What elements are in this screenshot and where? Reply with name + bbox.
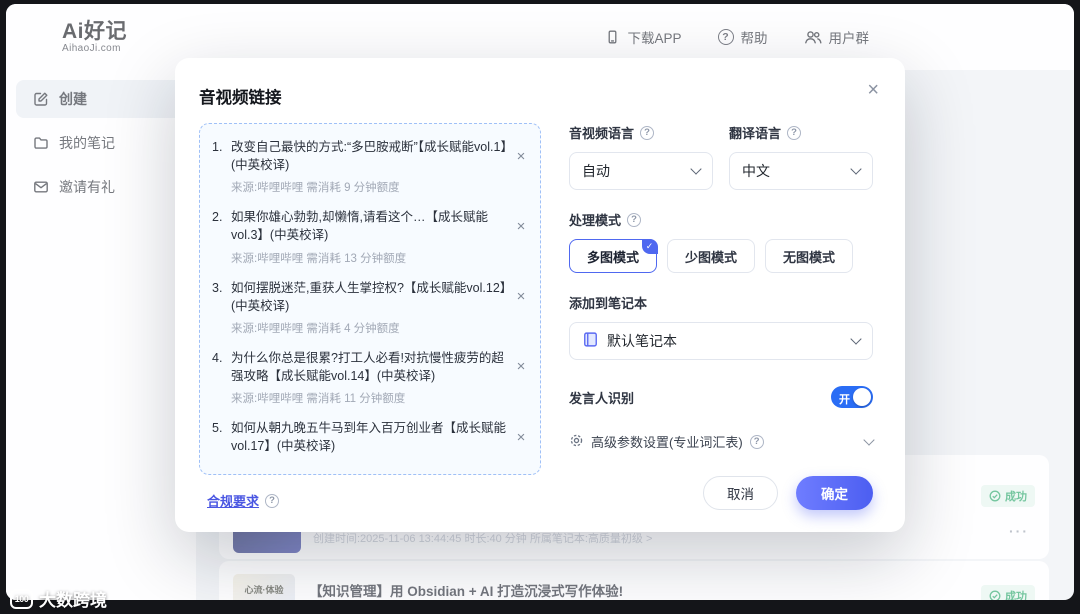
mode-button-label: 少图模式 xyxy=(685,249,738,265)
confirm-button[interactable]: 确定 xyxy=(796,476,873,510)
audio-language-select[interactable]: 自动 xyxy=(569,152,713,190)
speaker-recognition-row: 发言人识别 开 xyxy=(569,386,873,408)
remove-item-icon[interactable] xyxy=(514,148,528,165)
notebook-icon xyxy=(582,331,599,351)
speaker-toggle[interactable]: 开 xyxy=(831,386,873,408)
item-meta: 来源:哔哩哔哩 需消耗 9 分钟额度 xyxy=(231,182,400,195)
watermark-text: 大数跨境 xyxy=(39,591,107,610)
mode-label: 处理模式 xyxy=(569,210,873,229)
selected-value: 默认笔记本 xyxy=(607,333,677,349)
mode-multi-image-button[interactable]: 多图模式 xyxy=(569,238,658,273)
item-meta: 来源:哔哩哔哩 需消耗 13 分钟额度 xyxy=(231,252,407,265)
chevron-down-icon xyxy=(863,433,875,446)
url-list-item: 2. 如果你雄心勃勃,却懒惰,请看这个…【成长赋能vol.3】(中英校译) 来源… xyxy=(212,208,528,265)
advanced-settings-row[interactable]: 高级参数设置(专业词汇表) xyxy=(569,432,875,451)
help-circle-icon[interactable] xyxy=(787,125,802,140)
item-title: 如何从朝九晚五牛马到年入百万创业者【成长赋能vol.17】(中英校译) xyxy=(231,421,507,454)
url-list-item: 3. 如何摆脱迷茫,重获人生掌控权?【成长赋能vol.12】(中英校译) 来源:… xyxy=(212,279,528,336)
remove-item-icon[interactable] xyxy=(514,288,528,305)
selected-check-icon xyxy=(641,238,658,254)
close-icon[interactable] xyxy=(867,80,879,100)
field-label: 音视频语言 xyxy=(569,126,635,141)
speaker-label: 发言人识别 xyxy=(569,390,635,406)
advanced-settings-label: 高级参数设置(专业词汇表) xyxy=(591,435,743,450)
item-number: 2. xyxy=(212,210,223,225)
item-title: 如果你雄心勃勃,却懒惰,请看这个…【成长赋能vol.3】(中英校译) xyxy=(231,210,488,243)
help-circle-icon[interactable] xyxy=(265,493,280,508)
mode-section: 处理模式 多图模式 少图模式 无图模式 xyxy=(569,210,873,273)
mode-button-label: 无图模式 xyxy=(783,249,836,265)
modal-body: 1. 改变自己最快的方式:“多巴胺戒断”【成长赋能vol.1】(中英校译) 来源… xyxy=(199,123,875,510)
watermark-logo: 100 xyxy=(10,588,33,609)
audio-language-label: 音视频语言 xyxy=(569,123,713,142)
audio-video-link-modal: 音视频链接 1. 改变自己最快的方式:“多巴胺戒断”【成长赋能vol.1】(中英… xyxy=(175,58,905,532)
item-title: 改变自己最快的方式:“多巴胺戒断”【成长赋能vol.1】(中英校译) xyxy=(231,140,507,173)
url-list: 1. 改变自己最快的方式:“多巴胺戒断”【成长赋能vol.1】(中英校译) 来源… xyxy=(199,123,541,475)
field-label: 添加到笔记本 xyxy=(569,296,648,311)
language-fields: 音视频语言 自动 翻译语言 xyxy=(569,123,873,190)
modal-footer: 取消 确定 xyxy=(703,476,873,510)
item-title: 为什么你总是很累?打工人必看!对抗慢性疲劳的超强攻略【成长赋能vol.14】(中… xyxy=(231,350,504,383)
modal-title: 音视频链接 xyxy=(199,89,282,107)
app-window: Ai好记 AihaoJi.com 下载APP 帮助 用户群 创建 我的 xyxy=(6,4,1074,600)
toggle-knob xyxy=(853,388,871,406)
item-title: 如何摆脱迷茫,重获人生掌控权?【成长赋能vol.12】(中英校译) xyxy=(231,280,507,313)
translate-language-field: 翻译语言 中文 xyxy=(729,123,873,190)
item-number: 1. xyxy=(212,140,223,154)
chevron-down-icon xyxy=(850,163,862,175)
chevron-down-icon xyxy=(850,333,862,345)
remove-item-icon[interactable] xyxy=(514,358,528,375)
url-list-panel: 1. 改变自己最快的方式:“多巴胺戒断”【成长赋能vol.1】(中英校译) 来源… xyxy=(199,123,541,510)
watermark: 100 大数跨境 xyxy=(10,586,107,611)
selected-value: 自动 xyxy=(582,163,610,179)
item-number: 5. xyxy=(212,421,223,435)
help-circle-icon[interactable] xyxy=(640,125,655,140)
notebook-label: 添加到笔记本 xyxy=(569,293,873,312)
notebook-select[interactable]: 默认笔记本 xyxy=(569,322,873,360)
url-list-item: 5. 如何从朝九晚五牛马到年入百万创业者【成长赋能vol.17】(中英校译) xyxy=(212,419,528,455)
help-circle-icon[interactable] xyxy=(749,434,764,449)
compliance-link[interactable]: 合规要求 xyxy=(207,491,259,510)
cancel-button[interactable]: 取消 xyxy=(703,476,778,510)
mode-button-label: 多图模式 xyxy=(587,249,640,265)
field-label: 翻译语言 xyxy=(729,126,782,141)
chevron-down-icon xyxy=(690,163,702,175)
compliance-row: 合规要求 xyxy=(199,491,541,510)
help-circle-icon[interactable] xyxy=(627,212,642,227)
url-list-item: 4. 为什么你总是很累?打工人必看!对抗慢性疲劳的超强攻略【成长赋能vol.14… xyxy=(212,349,528,406)
item-number: 3. xyxy=(212,280,223,295)
mode-buttons: 多图模式 少图模式 无图模式 xyxy=(569,238,873,273)
remove-item-icon[interactable] xyxy=(514,218,528,235)
options-panel: 音视频语言 自动 翻译语言 xyxy=(541,123,875,510)
toggle-on-label: 开 xyxy=(839,393,850,406)
gear-icon xyxy=(569,433,584,451)
item-number: 4. xyxy=(212,350,223,365)
url-list-item: 1. 改变自己最快的方式:“多巴胺戒断”【成长赋能vol.1】(中英校译) 来源… xyxy=(212,138,528,195)
selected-value: 中文 xyxy=(742,163,770,179)
mode-no-image-button[interactable]: 无图模式 xyxy=(765,239,854,273)
audio-language-field: 音视频语言 自动 xyxy=(569,123,713,190)
translate-language-label: 翻译语言 xyxy=(729,123,873,142)
translate-language-select[interactable]: 中文 xyxy=(729,152,873,190)
item-meta: 来源:哔哩哔哩 需消耗 4 分钟额度 xyxy=(231,322,400,335)
remove-item-icon[interactable] xyxy=(514,429,528,446)
mode-few-image-button[interactable]: 少图模式 xyxy=(667,239,756,273)
notebook-section: 添加到笔记本 默认笔记本 xyxy=(569,293,873,360)
item-meta: 来源:哔哩哔哩 需消耗 11 分钟额度 xyxy=(231,393,406,405)
field-label: 处理模式 xyxy=(569,213,622,228)
